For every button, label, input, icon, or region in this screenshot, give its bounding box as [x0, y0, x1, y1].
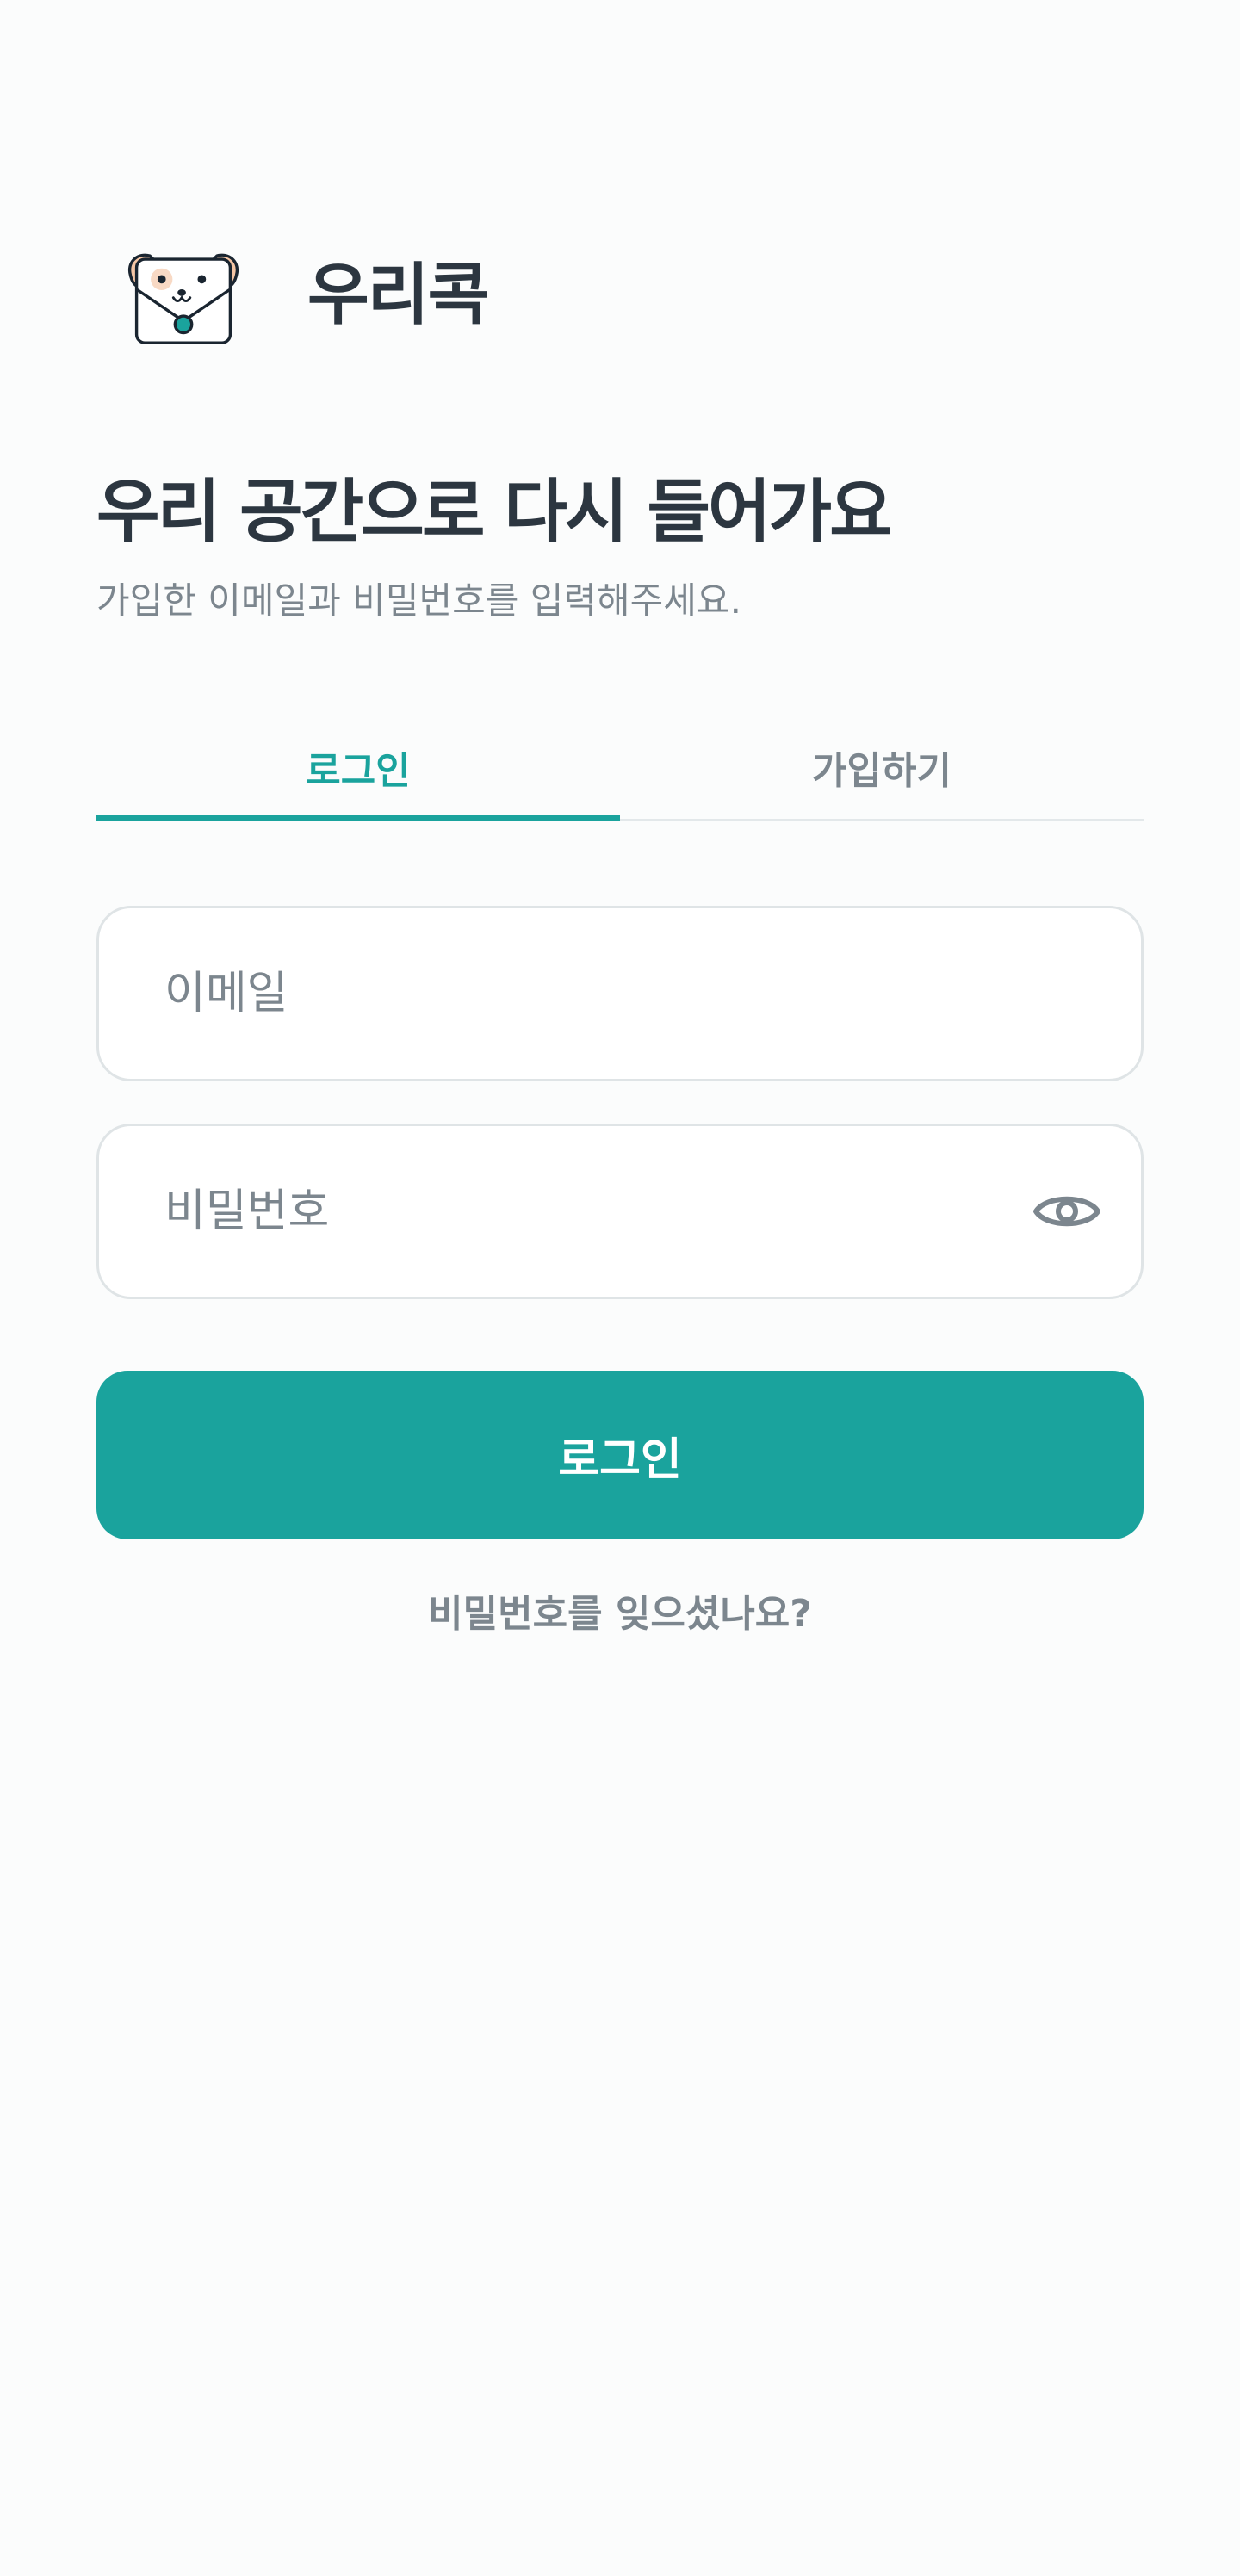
login-button[interactable]: 로그인: [96, 1371, 1144, 1539]
tab-login[interactable]: 로그인: [96, 715, 620, 821]
password-field-container: [96, 1124, 1144, 1299]
auth-tabs: 로그인 가입하기: [96, 715, 1144, 821]
brand-name: 우리콕: [307, 257, 489, 334]
page-subtitle: 가입한 이메일과 비밀번호를 입력해주세요.: [96, 579, 741, 622]
puppy-envelope-icon: [128, 253, 239, 344]
login-screen: 우리콕 우리 공간으로 다시 들어가요 가입한 이메일과 비밀번호를 입력해주세…: [0, 0, 1240, 2576]
page-title: 우리 공간으로 다시 들어가요: [96, 472, 893, 552]
show-password-toggle[interactable]: [1026, 1170, 1108, 1253]
eye-icon: [1033, 1196, 1100, 1227]
brand-header: 우리콕: [125, 231, 489, 348]
password-input[interactable]: [99, 1126, 1026, 1297]
email-field-container: [96, 906, 1144, 1081]
tab-signup[interactable]: 가입하기: [620, 715, 1144, 819]
email-input[interactable]: [99, 908, 1141, 1079]
forgot-password-link[interactable]: 비밀번호를 잊으셨나요?: [0, 1582, 1240, 1638]
